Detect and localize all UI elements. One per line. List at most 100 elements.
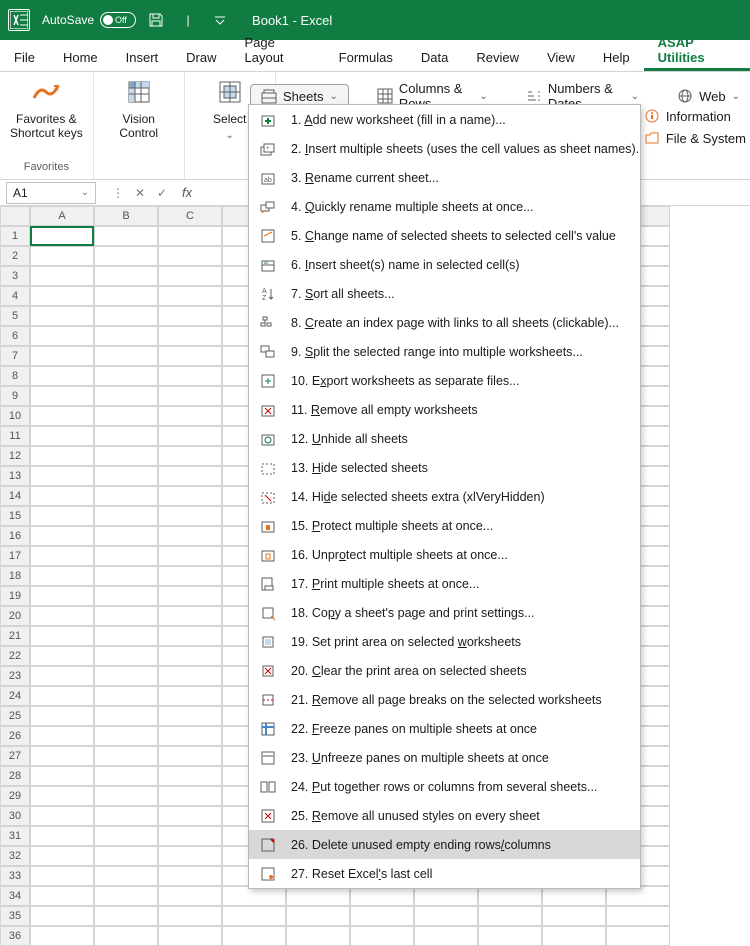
menu-item-11[interactable]: 11. Remove all empty worksheets — [249, 395, 640, 424]
fx-more-icon[interactable]: ⋮ — [108, 183, 128, 203]
row-header[interactable]: 24 — [0, 686, 30, 706]
menu-item-label: 3. Rename current sheet... — [291, 171, 630, 185]
menu-item-24[interactable]: 24. Put together rows or columns from se… — [249, 772, 640, 801]
row-header[interactable]: 26 — [0, 726, 30, 746]
row-header[interactable]: 33 — [0, 866, 30, 886]
column-header[interactable]: A — [30, 206, 94, 226]
menu-item-13[interactable]: 13. Hide selected sheets — [249, 453, 640, 482]
cancel-icon[interactable]: ✕ — [130, 183, 150, 203]
name-box[interactable]: A1 ⌄ — [6, 182, 96, 204]
row-header[interactable]: 9 — [0, 386, 30, 406]
row-header[interactable]: 1 — [0, 226, 30, 246]
row-header[interactable]: 18 — [0, 566, 30, 586]
tab-data[interactable]: Data — [407, 44, 462, 71]
row-header[interactable]: 21 — [0, 626, 30, 646]
select-all-corner[interactable] — [0, 206, 30, 226]
tab-help[interactable]: Help — [589, 44, 644, 71]
favorites-label: Favorites & Shortcut keys — [10, 112, 83, 141]
row-header[interactable]: 11 — [0, 426, 30, 446]
row-header[interactable]: 20 — [0, 606, 30, 626]
menu-item-label: 22. Freeze panes on multiple sheets at o… — [291, 722, 630, 736]
menu-item-15[interactable]: 15. Protect multiple sheets at once... — [249, 511, 640, 540]
row-header[interactable]: 22 — [0, 646, 30, 666]
row-header[interactable]: 2 — [0, 246, 30, 266]
tab-asap-utilities[interactable]: ASAP Utilities — [644, 29, 750, 71]
menu-item-16[interactable]: 16. Unprotect multiple sheets at once... — [249, 540, 640, 569]
ribbon-tabs: FileHomeInsertDrawPage LayoutFormulasDat… — [0, 40, 750, 72]
save-icon[interactable] — [144, 8, 168, 32]
menu-item-5[interactable]: 5. Change name of selected sheets to sel… — [249, 221, 640, 250]
menu-item-23[interactable]: 23. Unfreeze panes on multiple sheets at… — [249, 743, 640, 772]
row-header[interactable]: 32 — [0, 846, 30, 866]
row-header[interactable]: 4 — [0, 286, 30, 306]
menu-item-4[interactable]: 4. Quickly rename multiple sheets at onc… — [249, 192, 640, 221]
row-header[interactable]: 30 — [0, 806, 30, 826]
row-header[interactable]: 5 — [0, 306, 30, 326]
row-header[interactable]: 6 — [0, 326, 30, 346]
tab-formulas[interactable]: Formulas — [325, 44, 407, 71]
row-header[interactable]: 14 — [0, 486, 30, 506]
column-header[interactable]: C — [158, 206, 222, 226]
row-header[interactable]: 7 — [0, 346, 30, 366]
row-header[interactable]: 23 — [0, 666, 30, 686]
menu-item-9[interactable]: 9. Split the selected range into multipl… — [249, 337, 640, 366]
tab-file[interactable]: File — [0, 44, 49, 71]
row-header[interactable]: 29 — [0, 786, 30, 806]
row-header[interactable]: 8 — [0, 366, 30, 386]
menu-item-25[interactable]: 25. Remove all unused styles on every sh… — [249, 801, 640, 830]
row-header[interactable]: 36 — [0, 926, 30, 946]
menu-item-3[interactable]: ab3. Rename current sheet... — [249, 163, 640, 192]
tab-review[interactable]: Review — [462, 44, 533, 71]
menu-item-17[interactable]: 17. Print multiple sheets at once... — [249, 569, 640, 598]
information-button[interactable]: Information — [644, 108, 746, 124]
menu-item-10[interactable]: 10. Export worksheets as separate files.… — [249, 366, 640, 395]
row-header[interactable]: 34 — [0, 886, 30, 906]
favorites-button[interactable]: Favorites & Shortcut keys — [10, 76, 83, 141]
column-header[interactable]: B — [94, 206, 158, 226]
row-header[interactable]: 15 — [0, 506, 30, 526]
row-header[interactable]: 31 — [0, 826, 30, 846]
row-header[interactable]: 13 — [0, 466, 30, 486]
chevron-down-icon: ⌄ — [732, 91, 740, 102]
row-header[interactable]: 17 — [0, 546, 30, 566]
menu-item-2[interactable]: +2. Insert multiple sheets (uses the cel… — [249, 134, 640, 163]
menu-item-7[interactable]: AZ7. Sort all sheets... — [249, 279, 640, 308]
menu-item-19[interactable]: 19. Set print area on selected worksheet… — [249, 627, 640, 656]
row-header[interactable]: 25 — [0, 706, 30, 726]
row-header[interactable]: 10 — [0, 406, 30, 426]
menu-item-1[interactable]: 1. Add new worksheet (fill in a name)... — [249, 105, 640, 134]
tab-page-layout[interactable]: Page Layout — [231, 29, 325, 71]
menu-item-21[interactable]: 21. Remove all page breaks on the select… — [249, 685, 640, 714]
menu-item-26[interactable]: 26. Delete unused empty ending rows/colu… — [249, 830, 640, 859]
filesystem-button[interactable]: File & System — [644, 130, 746, 146]
tab-home[interactable]: Home — [49, 44, 112, 71]
menu-item-label: 17. Print multiple sheets at once... — [291, 577, 630, 591]
web-chip[interactable]: Web ⌄ — [667, 85, 750, 107]
menu-item-icon — [259, 865, 277, 883]
qat-divider: | — [176, 8, 200, 32]
autosave-toggle[interactable]: AutoSave Off — [42, 12, 136, 28]
menu-item-18[interactable]: 18. Copy a sheet's page and print settin… — [249, 598, 640, 627]
menu-item-14[interactable]: 14. Hide selected sheets extra (xlVeryHi… — [249, 482, 640, 511]
tab-draw[interactable]: Draw — [172, 44, 230, 71]
row-header[interactable]: 35 — [0, 906, 30, 926]
tab-insert[interactable]: Insert — [112, 44, 173, 71]
menu-item-22[interactable]: 22. Freeze panes on multiple sheets at o… — [249, 714, 640, 743]
enter-icon[interactable]: ✓ — [152, 183, 172, 203]
tab-view[interactable]: View — [533, 44, 589, 71]
row-header[interactable]: 16 — [0, 526, 30, 546]
menu-item-6[interactable]: ab6. Insert sheet(s) name in selected ce… — [249, 250, 640, 279]
row-header[interactable]: 19 — [0, 586, 30, 606]
menu-item-12[interactable]: 12. Unhide all sheets — [249, 424, 640, 453]
row-header[interactable]: 28 — [0, 766, 30, 786]
vision-button[interactable]: Vision Control — [104, 76, 174, 141]
menu-item-label: 14. Hide selected sheets extra (xlVeryHi… — [291, 490, 630, 504]
toggle-switch[interactable]: Off — [100, 12, 136, 28]
menu-item-8[interactable]: 8. Create an index page with links to al… — [249, 308, 640, 337]
menu-item-27[interactable]: 27. Reset Excel's last cell — [249, 859, 640, 888]
row-header[interactable]: 27 — [0, 746, 30, 766]
qat-customize-icon[interactable] — [208, 8, 232, 32]
menu-item-20[interactable]: 20. Clear the print area on selected she… — [249, 656, 640, 685]
row-header[interactable]: 3 — [0, 266, 30, 286]
row-header[interactable]: 12 — [0, 446, 30, 466]
